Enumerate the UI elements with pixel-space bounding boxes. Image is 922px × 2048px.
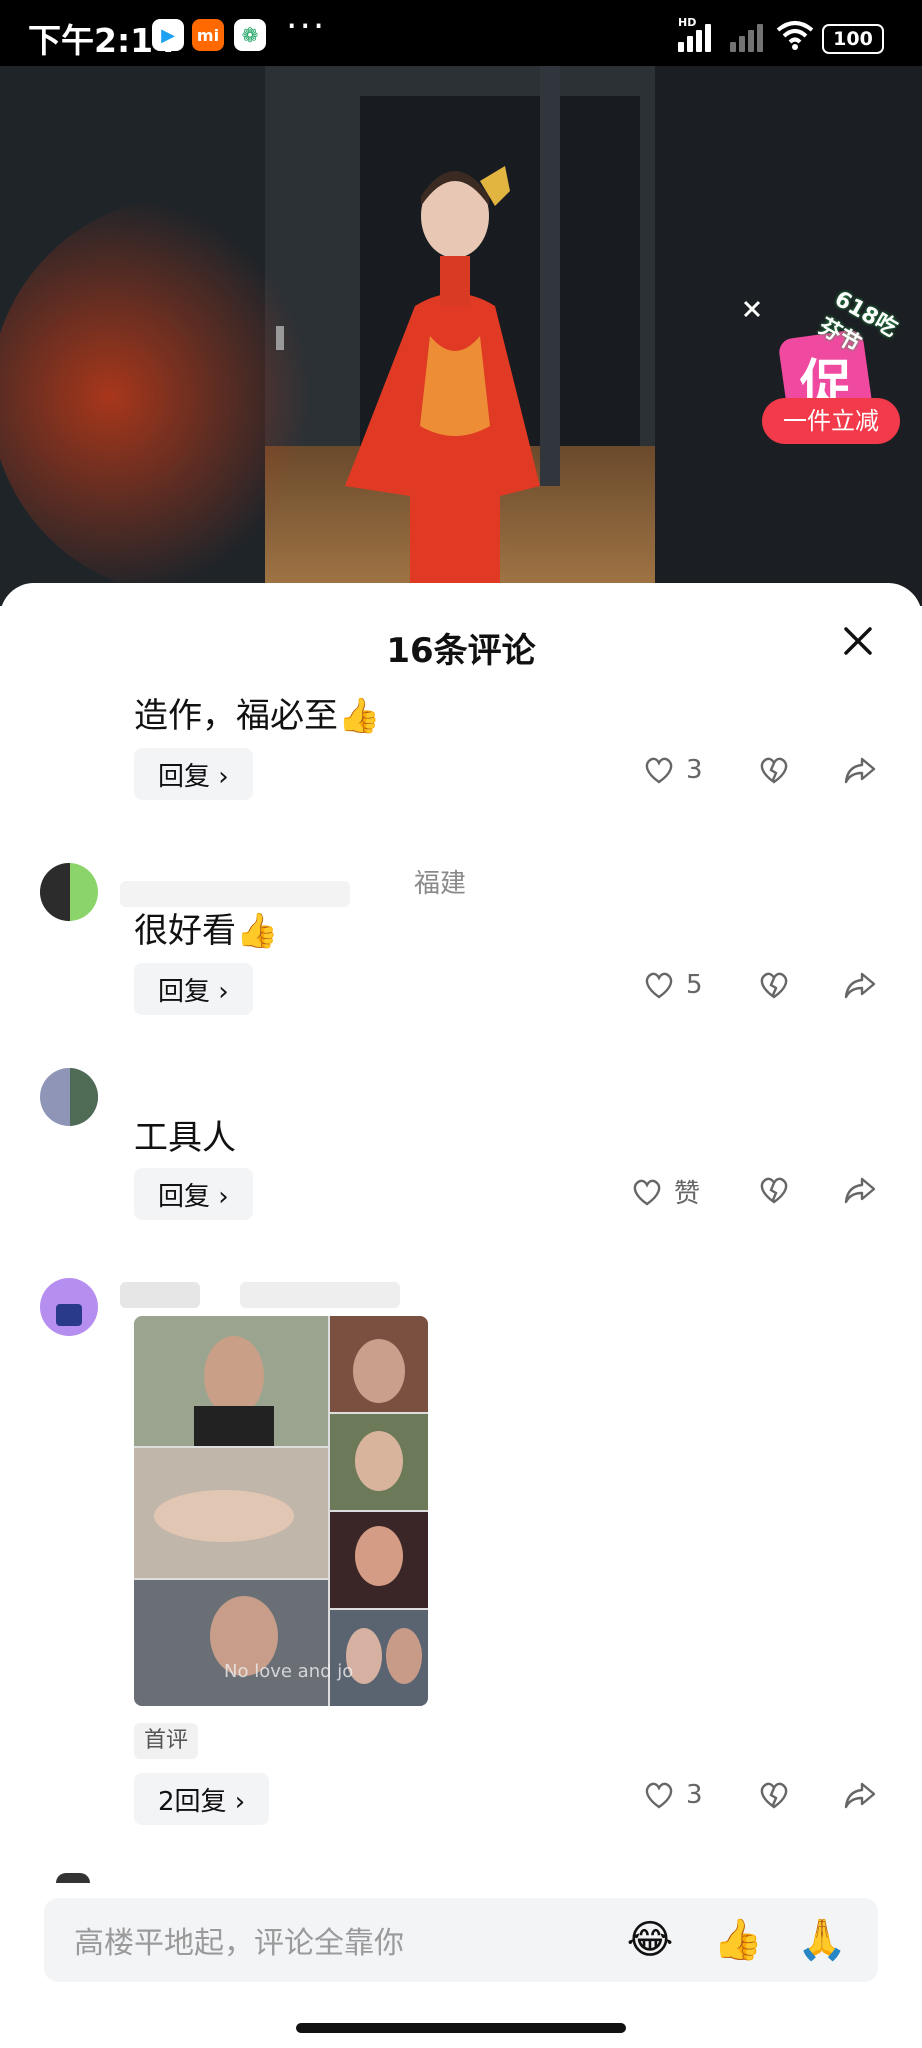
close-icon: [844, 627, 872, 655]
broken-heart-icon: [760, 757, 788, 784]
like-button[interactable]: 3: [642, 1778, 703, 1812]
avatar: [40, 1278, 98, 1336]
like-count: 赞: [674, 1179, 701, 1209]
share-button[interactable]: [843, 968, 877, 1002]
dislike-button[interactable]: [757, 753, 791, 787]
heart-icon: [645, 757, 673, 784]
comment-item: 福建 很好看👍 回复 › 5: [0, 863, 922, 1015]
comment-input[interactable]: 高楼平地起，评论全靠你: [74, 1918, 404, 1962]
comment-item: 工具人 回复 › 赞: [0, 1068, 922, 1220]
play-store-icon: ▶: [152, 19, 184, 51]
share-icon: [844, 1177, 876, 1204]
heart-icon: [633, 1179, 661, 1205]
praying-hands-emoji-icon[interactable]: 🙏: [796, 1914, 848, 1966]
avatar: [40, 863, 98, 921]
first-comment-tag: 首评: [134, 1723, 199, 1759]
heart-icon: [645, 972, 673, 999]
reply-button[interactable]: 回复 ›: [134, 748, 253, 800]
comment-image[interactable]: No love and jo: [134, 1316, 428, 1706]
dislike-button[interactable]: [757, 1778, 791, 1812]
thumbs-up-emoji-icon: 👍: [236, 911, 279, 951]
comment-item: No love and jo 首评 2回复 › 3: [0, 1278, 922, 1828]
dislike-button[interactable]: [757, 968, 791, 1002]
username-redacted: [240, 1282, 400, 1308]
carrier-icon: ❁: [234, 19, 266, 51]
avatar: [40, 1068, 98, 1126]
share-icon: [844, 972, 876, 999]
signal-hd-icon: HD: [678, 16, 720, 52]
comment-item: 造作，福必至👍 回复 › 3: [0, 688, 922, 808]
broken-heart-icon: [760, 972, 788, 999]
share-button[interactable]: [843, 753, 877, 787]
promo-widget[interactable]: 促 618吃芬节 一件立减: [758, 286, 908, 462]
dislike-button[interactable]: [757, 1173, 791, 1207]
comment-location: 福建: [414, 869, 467, 899]
comment-input-bar[interactable]: 高楼平地起，评论全靠你 😂 👍 🙏: [44, 1898, 878, 1982]
share-icon: [844, 757, 876, 784]
wifi-icon: [776, 21, 814, 50]
share-button[interactable]: [843, 1778, 877, 1812]
like-button[interactable]: 3: [642, 753, 703, 787]
image-caption: No love and jo: [224, 1661, 354, 1682]
signal-icon: [730, 20, 772, 52]
comment-text: 很好看👍: [134, 903, 278, 952]
battery-indicator: 100: [822, 24, 884, 54]
broken-heart-icon: [760, 1782, 788, 1809]
laugh-emoji-icon[interactable]: 😂: [624, 1914, 676, 1966]
promo-button[interactable]: 一件立减: [762, 398, 900, 444]
share-icon: [844, 1782, 876, 1809]
reply-button[interactable]: 回复 ›: [134, 963, 253, 1015]
comment-text-content: 很好看: [134, 911, 236, 951]
like-button[interactable]: 赞: [630, 1173, 700, 1210]
heart-icon: [645, 1782, 673, 1809]
video-player[interactable]: 促 618吃芬节 一件立减: [0, 66, 922, 606]
home-indicator[interactable]: [296, 2023, 626, 2033]
comments-title: 16条评论: [386, 631, 536, 671]
broken-heart-icon: [760, 1177, 788, 1204]
like-count: 3: [686, 755, 703, 785]
reply-button[interactable]: 2回复 ›: [134, 1773, 270, 1825]
thumbs-up-emoji-icon[interactable]: 👍: [712, 1914, 764, 1966]
username-redacted: [120, 1282, 200, 1308]
reply-button[interactable]: 回复 ›: [134, 1168, 253, 1220]
comment-text-content: 造作，福必至: [134, 696, 338, 736]
comments-sheet: 16条评论 造作，福必至👍 回复 › 3 福建 很好看👍 回复 › 5 工具人 …: [0, 583, 922, 2048]
like-count: 3: [686, 1780, 703, 1810]
like-button[interactable]: 5: [642, 968, 703, 1002]
close-comments-button[interactable]: [838, 621, 878, 661]
collage-image: [134, 1316, 428, 1706]
mi-icon: mi: [192, 19, 224, 51]
more-icon: ···: [286, 6, 327, 47]
comment-text: 造作，福必至👍: [134, 688, 380, 737]
share-button[interactable]: [843, 1173, 877, 1207]
comment-text: 工具人: [134, 1118, 236, 1158]
like-count: 5: [686, 970, 703, 1000]
avatar: [56, 1873, 90, 1883]
status-bar: 下午2:14 ▶ mi ❁ ··· HD 100: [0, 0, 922, 66]
thumbs-up-emoji-icon: 👍: [338, 696, 381, 736]
